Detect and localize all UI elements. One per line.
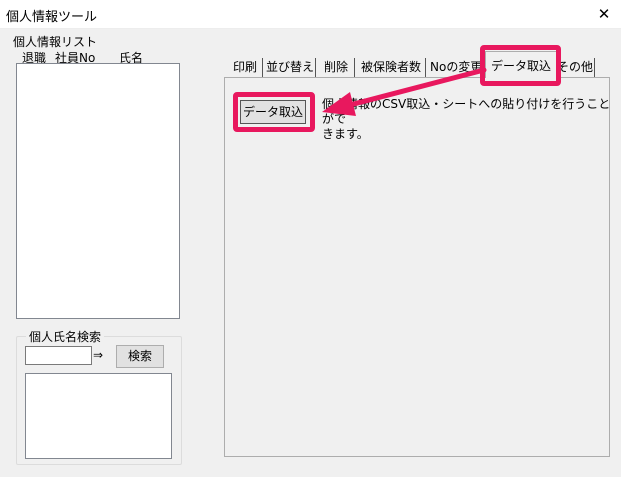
annotation-arrow-icon (322, 67, 487, 116)
